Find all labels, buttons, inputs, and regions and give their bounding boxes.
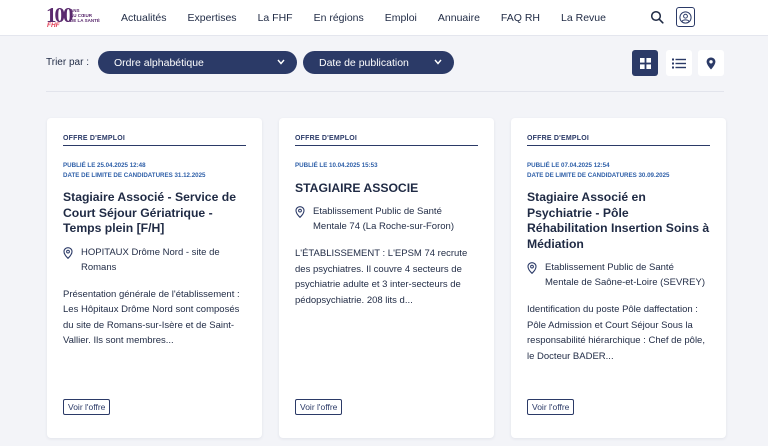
job-dates: PUBLIÉ LE 10.04.2025 15:53 bbox=[295, 161, 478, 171]
fhf-logo[interactable]: 100 ANS AU CŒUR DE LA SANTÉ FHF bbox=[46, 3, 104, 31]
grid-view-button[interactable] bbox=[632, 50, 658, 76]
job-title[interactable]: Stagiaire Associé - Service de Court Séj… bbox=[63, 190, 246, 237]
job-card[interactable]: OFFRE D'EMPLOI PUBLIÉ LE 25.04.2025 12:4… bbox=[47, 118, 262, 438]
job-card-content: OFFRE D'EMPLOI PUBLIÉ LE 10.04.2025 15:5… bbox=[295, 135, 478, 308]
nav-item-emploi[interactable]: Emploi bbox=[385, 12, 417, 24]
published-date: PUBLIÉ LE 10.04.2025 15:53 bbox=[295, 162, 378, 169]
results-toolbar: Trier par : Ordre alphabétique Date de p… bbox=[46, 50, 724, 76]
location-pin-icon bbox=[63, 246, 73, 259]
account-button[interactable] bbox=[676, 7, 695, 27]
deadline-date: DATE DE LIMITE DE CANDIDATURES 30.09.202… bbox=[527, 171, 670, 179]
sort-date-dropdown[interactable]: Date de publication bbox=[303, 51, 454, 74]
sort-label: Trier par : bbox=[46, 57, 89, 68]
logo-brand: FHF bbox=[47, 22, 60, 29]
nav-item-expertises[interactable]: Expertises bbox=[188, 12, 237, 24]
job-description: L'ÉTABLISSEMENT : L'EPSM 74 recrute des … bbox=[295, 248, 468, 306]
logo-tagline: ANS AU CŒUR DE LA SANTÉ bbox=[70, 8, 100, 23]
published-date: PUBLIÉ LE 25.04.2025 12:48 bbox=[63, 162, 146, 169]
location-pin-icon bbox=[527, 262, 537, 274]
nav-item-en-regions[interactable]: En régions bbox=[314, 12, 364, 24]
list-view-button[interactable] bbox=[666, 50, 692, 76]
map-pin-icon bbox=[706, 57, 716, 69]
grid-view-icon bbox=[639, 57, 651, 69]
job-card[interactable]: OFFRE D'EMPLOI PUBLIÉ LE 07.04.2025 12:5… bbox=[511, 118, 726, 438]
chevron-down-icon bbox=[277, 59, 285, 65]
nav-item-annuaire[interactable]: Annuaire bbox=[438, 12, 480, 24]
view-offer-button[interactable]: Voir l'offre bbox=[295, 399, 343, 415]
map-view-button[interactable] bbox=[698, 50, 724, 76]
job-description: Présentation générale de l'établissement… bbox=[63, 288, 240, 347]
site-header: 100 ANS AU CŒUR DE LA SANTÉ FHF Actualit… bbox=[0, 0, 768, 36]
chevron-down-icon bbox=[434, 59, 442, 65]
job-location: Etablissement Public de Santé Mentale de… bbox=[527, 260, 710, 290]
location-pin-icon bbox=[295, 206, 305, 218]
job-type-tag: OFFRE D'EMPLOI bbox=[527, 135, 710, 146]
view-offer-button[interactable]: Voir l'offre bbox=[527, 399, 575, 415]
nav-item-la-revue[interactable]: La Revue bbox=[561, 12, 606, 24]
list-view-icon bbox=[672, 58, 686, 68]
job-title[interactable]: STAGIAIRE ASSOCIE bbox=[295, 181, 478, 197]
job-title[interactable]: Stagiaire Associé en Psychiatrie - Pôle … bbox=[527, 190, 710, 252]
sort-alphabetical-dropdown[interactable]: Ordre alphabétique bbox=[98, 51, 297, 74]
nav-item-la-fhf[interactable]: La FHF bbox=[258, 12, 293, 24]
job-type-tag: OFFRE D'EMPLOI bbox=[295, 135, 478, 146]
nav-item-faq-rh[interactable]: FAQ RH bbox=[501, 12, 540, 24]
user-icon bbox=[679, 10, 692, 24]
view-offer-button[interactable]: Voir l'offre bbox=[63, 399, 111, 415]
main-nav: Actualités Expertises La FHF En régions … bbox=[121, 0, 627, 36]
job-description: Identification du poste Pôle daffectatio… bbox=[527, 304, 705, 362]
nav-item-actualites[interactable]: Actualités bbox=[121, 12, 167, 24]
job-dates: PUBLIÉ LE 25.04.2025 12:48 DATE DE LIMIT… bbox=[63, 161, 246, 180]
job-card-content: OFFRE D'EMPLOI PUBLIÉ LE 07.04.2025 12:5… bbox=[527, 135, 710, 364]
job-location: HOPITAUX Drôme Nord - site de Romans bbox=[63, 245, 246, 275]
job-location: Etablissement Public de Santé Mentale 74… bbox=[295, 204, 478, 234]
toolbar-divider bbox=[46, 91, 724, 92]
search-icon[interactable] bbox=[650, 10, 664, 24]
job-dates: PUBLIÉ LE 07.04.2025 12:54 DATE DE LIMIT… bbox=[527, 161, 710, 180]
job-type-tag: OFFRE D'EMPLOI bbox=[63, 135, 246, 146]
published-date: PUBLIÉ LE 07.04.2025 12:54 bbox=[527, 162, 610, 169]
deadline-date: DATE DE LIMITE DE CANDIDATURES 31.12.202… bbox=[63, 171, 206, 179]
job-card-content: OFFRE D'EMPLOI PUBLIÉ LE 25.04.2025 12:4… bbox=[63, 135, 246, 349]
job-card[interactable]: OFFRE D'EMPLOI PUBLIÉ LE 10.04.2025 15:5… bbox=[279, 118, 494, 438]
